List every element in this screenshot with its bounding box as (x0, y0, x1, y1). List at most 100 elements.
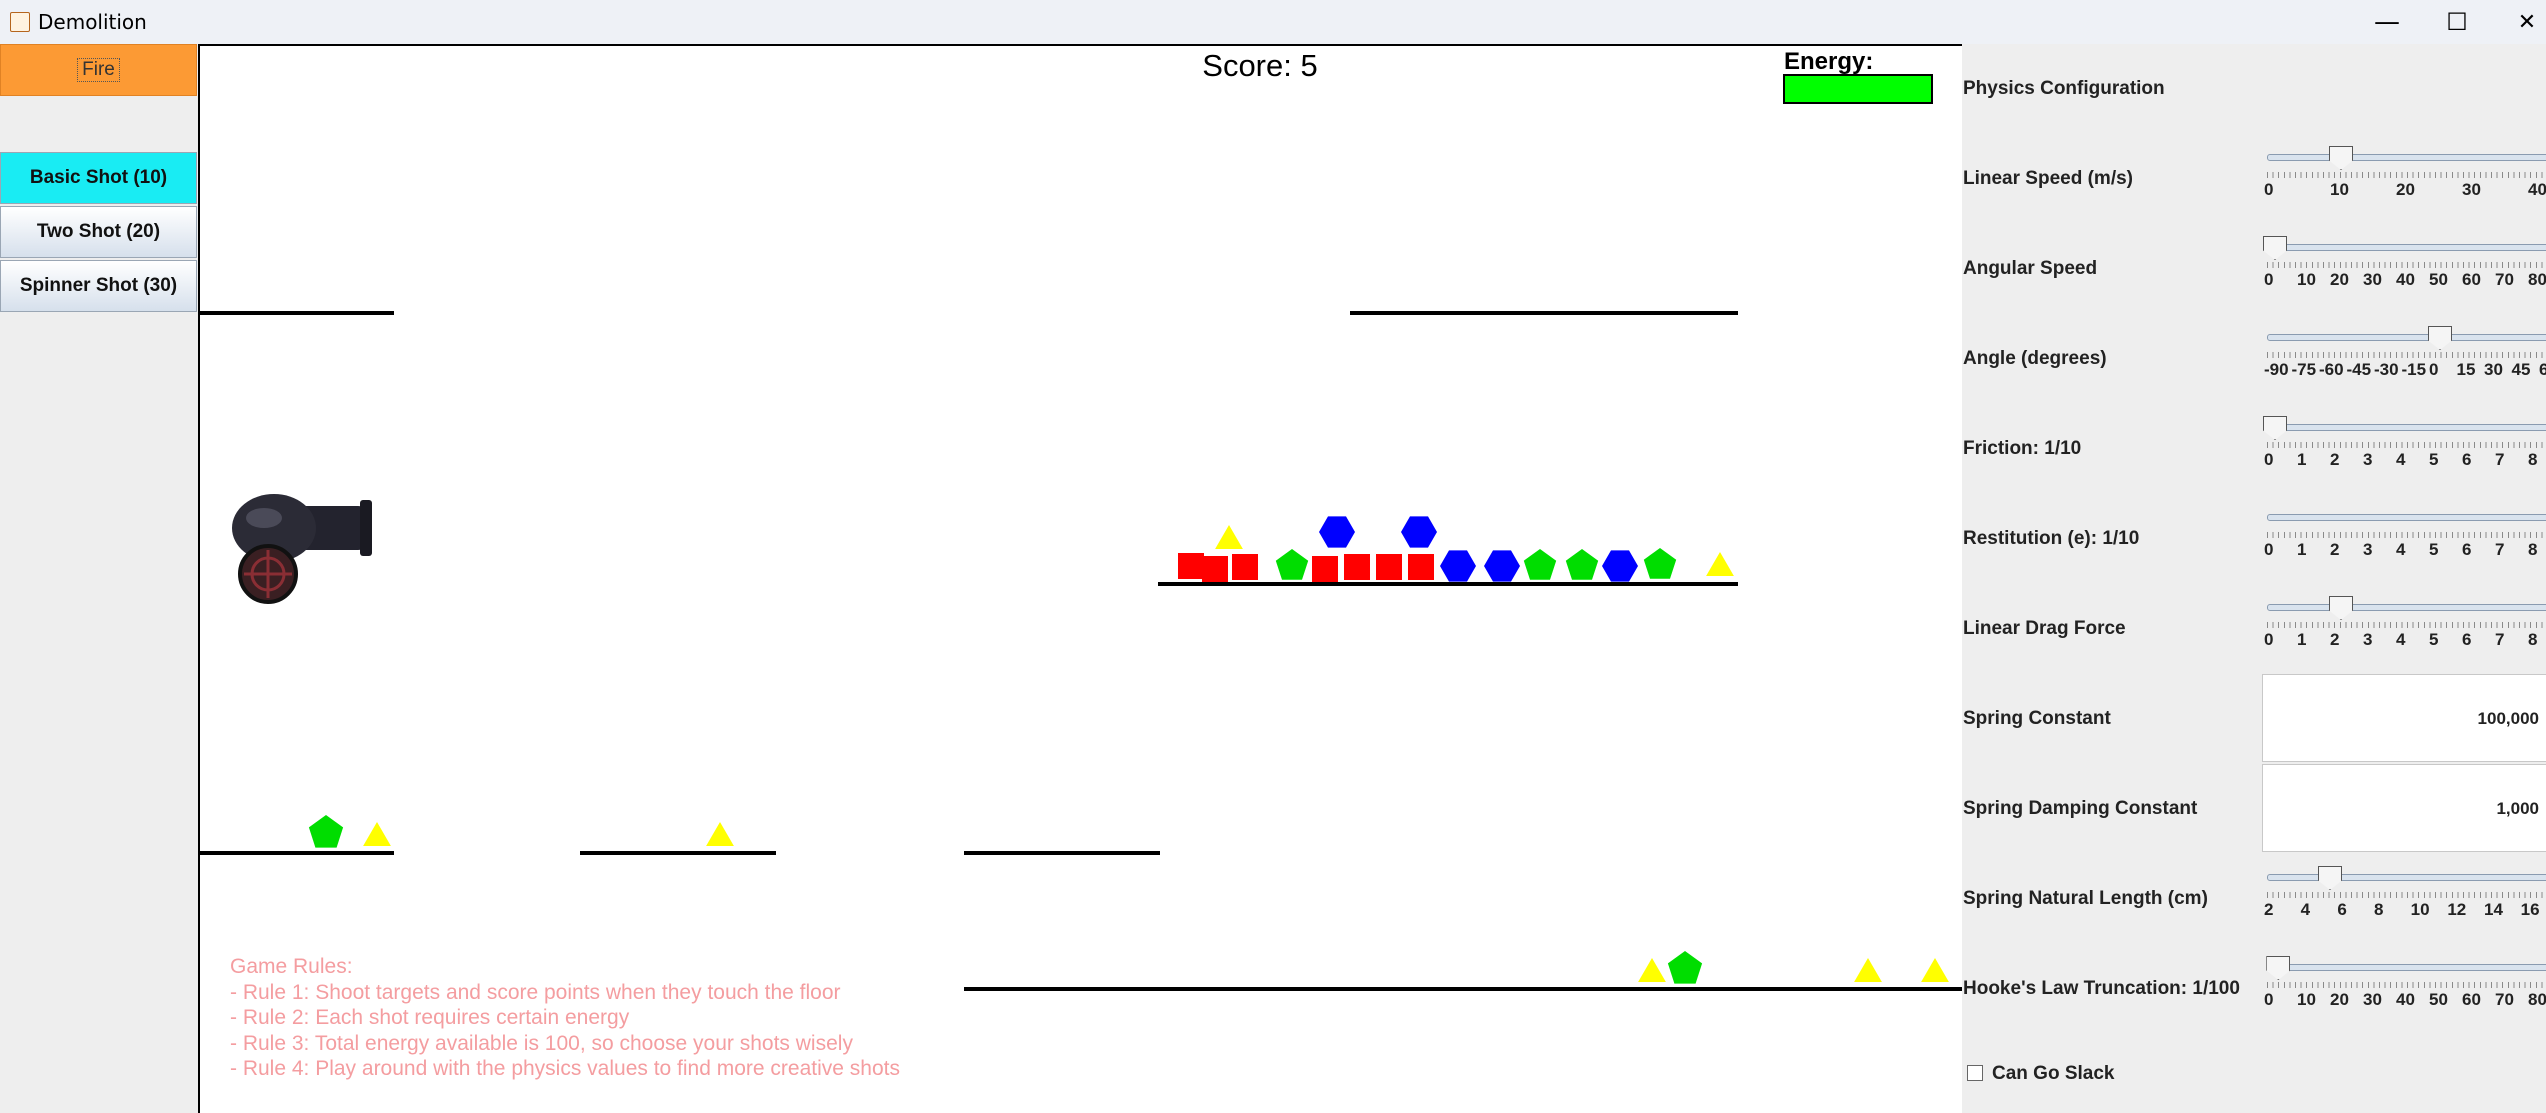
slider-track (2267, 424, 2546, 431)
slider-tick-label: 80 (2528, 990, 2546, 1009)
slider-tick-label: 30 (2462, 180, 2481, 199)
slider-tick-label: 2 (2330, 450, 2340, 469)
blue-hexagon-target (1440, 550, 1476, 582)
slider-thumb[interactable] (2266, 956, 2291, 980)
slider-tick-label: 3 (2363, 540, 2373, 559)
slider-tick-label: 40 (2528, 180, 2546, 199)
slider-tick-label: 2 (2330, 540, 2340, 559)
slider-thumb[interactable] (2428, 326, 2452, 350)
rule-3: - Rule 3: Total energy available is 100,… (230, 1031, 853, 1055)
slider-tick-label: 40 (2396, 270, 2415, 289)
slider-ticks (2267, 262, 2546, 268)
slider-tick-label: 8 (2374, 900, 2384, 919)
slider-tick-label: 80 (2528, 270, 2546, 289)
game-rules: Game Rules: - Rule 1: Shoot targets and … (230, 954, 900, 1082)
slider-tick-label: 60 (2462, 270, 2481, 289)
slider-track (2267, 604, 2546, 611)
slider-thumb[interactable] (2318, 866, 2342, 890)
slider-tick-label: 8 (2528, 450, 2538, 469)
slider-tick-label: 10 (2330, 180, 2349, 199)
basic-shot-button[interactable]: Basic Shot (10) (0, 152, 197, 204)
maximize-button[interactable]: ☐ (2426, 0, 2488, 44)
slider-tick-label: 20 (2396, 180, 2415, 199)
green-pentagon-target (1275, 549, 1309, 580)
slider-track (2267, 244, 2546, 251)
slider-tick-label: 0 (2264, 450, 2274, 469)
slider-tick-label: -45 (2346, 360, 2372, 379)
slider-tick-label: 7 (2495, 630, 2505, 649)
angular-speed-label: Angular Speed (1963, 258, 2098, 279)
hooke-truncation-slider[interactable]: 010203040506070809010 (2264, 954, 2546, 1014)
slider-tick-label: 6 (2462, 630, 2472, 649)
spring-constant-input[interactable]: 100,000 (2262, 674, 2546, 762)
physics-config-title: Physics Configuration (1963, 78, 2165, 99)
yellow-triangle-target (1215, 525, 1243, 549)
close-button[interactable]: ✕ (2496, 0, 2546, 44)
can-go-slack-checkbox[interactable] (1967, 1065, 1983, 1081)
slider-thumb[interactable] (2329, 146, 2353, 170)
slider-tick-label: 20 (2330, 990, 2349, 1009)
yellow-triangle-target (1854, 958, 1882, 982)
spring-damping-input[interactable]: 1,000 (2262, 764, 2546, 852)
slider-tick-label: 0 (2264, 990, 2274, 1009)
friction-slider[interactable]: 01234567891 (2263, 414, 2546, 474)
linear-drag-slider[interactable]: 01234567891 (2264, 594, 2546, 654)
slider-tick-label: 50 (2429, 270, 2448, 289)
can-go-slack-label: Can Go Slack (1992, 1063, 2115, 1084)
slider-tick-label: 6 (2462, 540, 2472, 559)
slider-track (2267, 964, 2546, 971)
slider-tick-label: 4 (2396, 450, 2406, 469)
red-square-target (1312, 556, 1338, 582)
slider-tick-label: 30 (2363, 270, 2382, 289)
restitution-slider[interactable]: 01234567891 (2264, 504, 2546, 564)
game-canvas[interactable]: Score: 5 Energy: 100/100 Game Rules: - R… (198, 44, 1962, 1113)
slider-tick-label: 3 (2363, 630, 2373, 649)
rule-1: - Rule 1: Shoot targets and score points… (230, 980, 841, 1004)
shot-selection-panel: Fire Basic Shot (10) Two Shot (20) Spinn… (0, 44, 198, 1113)
fire-button-label: Fire (77, 58, 120, 82)
slider-track (2267, 334, 2546, 341)
spring-length-slider[interactable]: 246810121416182 (2264, 864, 2546, 924)
slider-tick-label: 70 (2495, 270, 2514, 289)
slider-tick-label: 7 (2495, 540, 2505, 559)
slider-tick-label: 5 (2429, 630, 2439, 649)
rules-title: Game Rules: (230, 955, 353, 978)
angular-speed-slider[interactable]: 010203040506070809010 (2263, 234, 2546, 294)
slider-ticks (2267, 352, 2546, 358)
slider-tick-label: 70 (2495, 990, 2514, 1009)
linear-drag-label: Linear Drag Force (1963, 618, 2126, 639)
angle-slider[interactable]: -90-75-60-45-30-15015304560759 (2264, 324, 2546, 384)
red-square-target (1376, 554, 1402, 580)
friction-label: Friction: 1/10 (1963, 438, 2082, 459)
fire-button[interactable]: Fire (0, 44, 197, 96)
slider-tick-label: 1 (2297, 450, 2307, 469)
two-shot-button[interactable]: Two Shot (20) (0, 206, 197, 258)
spring-damping-value: 1,000 (2496, 799, 2539, 818)
slider-thumb[interactable] (2329, 596, 2353, 620)
slider-tick-label: 6 (2462, 450, 2472, 469)
slider-tick-label: 12 (2447, 900, 2467, 919)
blue-hexagon-target (1401, 516, 1437, 548)
slider-tick-label: 0 (2264, 270, 2274, 289)
green-pentagon-target (1667, 951, 1703, 984)
blue-hexagon-target (1484, 550, 1520, 582)
spinner-shot-button[interactable]: Spinner Shot (30) (0, 260, 197, 312)
slider-tick-label: 16 (2520, 900, 2540, 919)
minimize-button[interactable]: — (2356, 0, 2418, 44)
spring-length-label: Spring Natural Length (cm) (1963, 888, 2208, 909)
red-square-target (1344, 554, 1370, 580)
slider-ticks (2267, 532, 2546, 538)
slider-tick-label: -75 (2291, 360, 2317, 379)
slider-tick-label: 10 (2297, 270, 2316, 289)
slider-tick-label: 8 (2528, 540, 2538, 559)
slider-thumb[interactable] (2263, 416, 2287, 440)
slider-tick-label: 7 (2495, 450, 2505, 469)
slider-tick-label: 5 (2429, 450, 2439, 469)
blue-hexagon-target (1602, 550, 1638, 582)
slider-thumb[interactable] (2263, 236, 2287, 260)
slider-tick-label: 2 (2264, 900, 2274, 919)
slider-ticks (2267, 982, 2546, 988)
rule-2: - Rule 2: Each shot requires certain ene… (230, 1006, 630, 1029)
linear-speed-slider[interactable]: 0102030405 (2264, 144, 2546, 204)
slider-tick-label: 60 (2539, 360, 2546, 379)
